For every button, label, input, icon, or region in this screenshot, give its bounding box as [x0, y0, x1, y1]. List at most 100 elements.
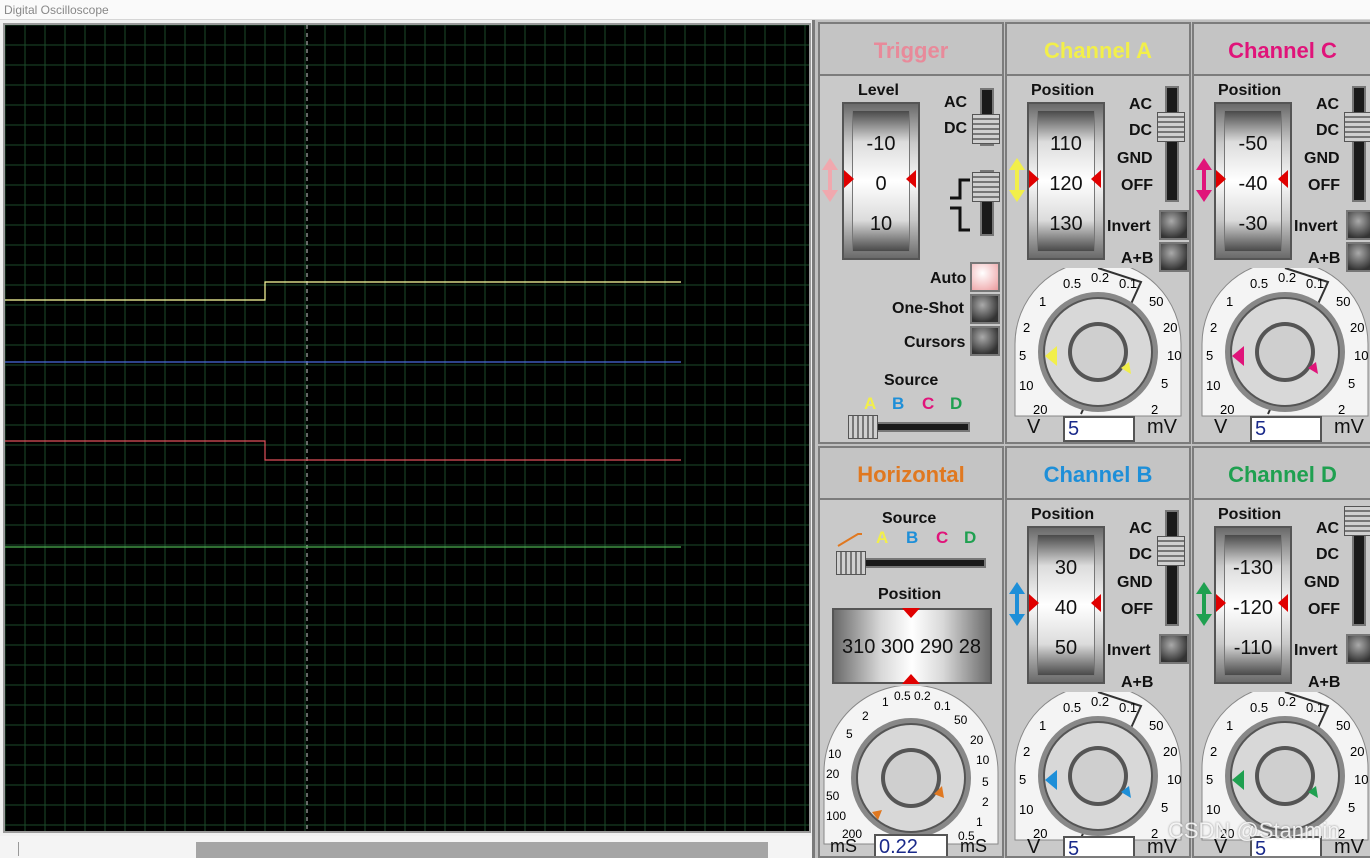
dial-label: 10: [1019, 378, 1033, 393]
channel-b-ac-label: AC: [1129, 520, 1153, 537]
horizontal-source-c[interactable]: C: [936, 528, 948, 548]
cursors-label: Cursors: [904, 334, 966, 351]
channel-c-section: Channel C Position -50 -40 -30 AC DC GND…: [1192, 22, 1370, 444]
dial-label: 5: [1348, 800, 1355, 815]
oscilloscope-screen[interactable]: [3, 23, 811, 833]
cursors-button[interactable]: [970, 326, 1000, 356]
horizontal-source-b[interactable]: B: [906, 528, 918, 548]
channel-d-coupling-thumb[interactable]: [1344, 506, 1370, 536]
channel-d-invert-button[interactable]: [1346, 634, 1370, 664]
dial-label: 2: [1023, 744, 1030, 759]
dial-label: 10: [1167, 772, 1181, 787]
dial-label: 0.5: [1250, 700, 1268, 715]
horizontal-title: Horizontal: [820, 448, 1002, 500]
channel-c-title: Channel C: [1194, 24, 1370, 76]
drum-value-top: -130: [1232, 557, 1274, 579]
dial-label: 10: [1206, 378, 1220, 393]
ramp-icon: [837, 533, 862, 547]
channel-b-invert-button[interactable]: [1159, 634, 1189, 664]
control-panel: Trigger Level -10 0 10 AC DC Auto One-Sh…: [812, 20, 1370, 858]
channel-d-updown-icon: [1196, 582, 1212, 626]
dial-label: 0.5: [1063, 700, 1081, 715]
channel-b-volts-input[interactable]: 5: [1063, 836, 1135, 856]
scrollbar-thumb[interactable]: [196, 842, 768, 858]
channel-d-section: Channel D Position -130 -120 -110 AC DC …: [1192, 446, 1370, 858]
channel-a-off-label: OFF: [1121, 177, 1153, 194]
dial-label: 0.5: [894, 689, 911, 703]
trigger-source-a[interactable]: A: [864, 394, 876, 414]
channel-b-unit-v: V: [1027, 836, 1041, 858]
trigger-source-label: Source: [884, 372, 939, 389]
horizontal-marker-bottom: [902, 674, 920, 684]
one-shot-button[interactable]: [970, 294, 1000, 324]
channel-c-invert-label: Invert: [1294, 218, 1338, 235]
trigger-coupling-thumb[interactable]: [972, 114, 1000, 144]
horizontal-position-drum[interactable]: 310 300 290 28: [832, 608, 992, 684]
channel-b-aplusb-label: A+B: [1121, 674, 1154, 691]
dial-label: 2: [1151, 402, 1158, 417]
drum-value-center: -40: [1238, 173, 1268, 195]
channel-a-coupling-thumb[interactable]: [1157, 112, 1185, 142]
drum-value-top: 30: [1054, 557, 1078, 579]
trigger-source-thumb[interactable]: [848, 415, 878, 439]
drum-value-bottom: 50: [1054, 637, 1078, 659]
channel-c-coupling-thumb[interactable]: [1344, 112, 1370, 142]
channel-d-position-label: Position: [1218, 506, 1282, 523]
channel-c-invert-button[interactable]: [1346, 210, 1370, 240]
dial-label: 0.1: [934, 699, 951, 713]
channel-a-unit-v: V: [1027, 416, 1041, 438]
dial-label: 10: [828, 747, 842, 761]
horizontal-unit-left: mS: [830, 836, 857, 856]
channel-b-coupling-slider[interactable]: [1165, 510, 1179, 626]
channel-b-position-label: Position: [1031, 506, 1095, 523]
horizontal-source-a[interactable]: A: [876, 528, 888, 548]
drum-value-center: -120: [1232, 597, 1274, 619]
dial-label: 50: [1336, 718, 1350, 733]
trigger-source-d[interactable]: D: [950, 394, 962, 414]
auto-button[interactable]: [970, 262, 1000, 292]
dial-label: 0.2: [1091, 270, 1109, 285]
dial-label: 0.1: [1119, 276, 1137, 291]
channel-a-invert-button[interactable]: [1159, 210, 1189, 240]
window-title: Digital Oscilloscope: [4, 3, 109, 17]
channel-b-volts-dial[interactable]: 0.5 0.2 0.1 50 20 10 5 2 1 2 5 10 20: [1007, 692, 1189, 842]
drum-value-bottom: 10: [869, 213, 893, 235]
dial-label: 10: [1206, 802, 1220, 817]
channel-c-volts-input[interactable]: 5: [1250, 416, 1322, 442]
dial-label: 0.1: [1306, 276, 1324, 291]
horizontal-time-dial[interactable]: 2 1 0.5 0.2 0.1 5 10 20 50 100 200 50 20…: [820, 686, 1002, 846]
channel-c-coupling-slider[interactable]: [1352, 86, 1366, 202]
dial-label: 2: [1210, 320, 1217, 335]
dial-label: 20: [1350, 320, 1364, 335]
dial-label: 50: [954, 713, 968, 727]
channel-c-gnd-label: GND: [1304, 150, 1340, 167]
horizontal-unit-right: mS: [960, 836, 987, 856]
scrollbar-tick: [18, 842, 19, 856]
dial-label: 0.2: [1278, 694, 1296, 709]
channel-c-updown-icon: [1196, 158, 1212, 202]
horizontal-time-input[interactable]: 0.22: [874, 834, 948, 856]
channel-a-title: Channel A: [1007, 24, 1189, 76]
dial-label: 1: [1039, 294, 1046, 309]
dial-label: 0.5: [1063, 276, 1081, 291]
channel-a-volts-input[interactable]: 5: [1063, 416, 1135, 442]
channel-b-dc-label: DC: [1129, 546, 1153, 563]
channel-b-coupling-thumb[interactable]: [1157, 536, 1185, 566]
dial-label: 20: [1220, 402, 1234, 417]
channel-a-volts-dial[interactable]: 0.5 0.2 0.1 50 20 10 5 2 1 2 5 10 20: [1007, 268, 1189, 418]
horizontal-source-thumb[interactable]: [836, 551, 866, 575]
trigger-source-c[interactable]: C: [922, 394, 934, 414]
trigger-level-marker-left: [844, 170, 854, 188]
trigger-section: Trigger Level -10 0 10 AC DC Auto One-Sh…: [818, 22, 1004, 444]
dial-label: 5: [1206, 772, 1213, 787]
dial-label: 10: [1019, 802, 1033, 817]
trigger-title: Trigger: [820, 24, 1002, 76]
channel-a-coupling-slider[interactable]: [1165, 86, 1179, 202]
dial-label: 5: [846, 727, 853, 741]
trigger-source-b[interactable]: B: [892, 394, 904, 414]
dial-label: 5: [1019, 348, 1026, 363]
channel-b-marker-left: [1029, 594, 1039, 612]
channel-c-volts-dial[interactable]: 0.5 0.2 0.1 50 20 10 5 2 1 2 5 10 20: [1194, 268, 1370, 418]
horizontal-source-d[interactable]: D: [964, 528, 976, 548]
trigger-edge-thumb[interactable]: [972, 172, 1000, 202]
